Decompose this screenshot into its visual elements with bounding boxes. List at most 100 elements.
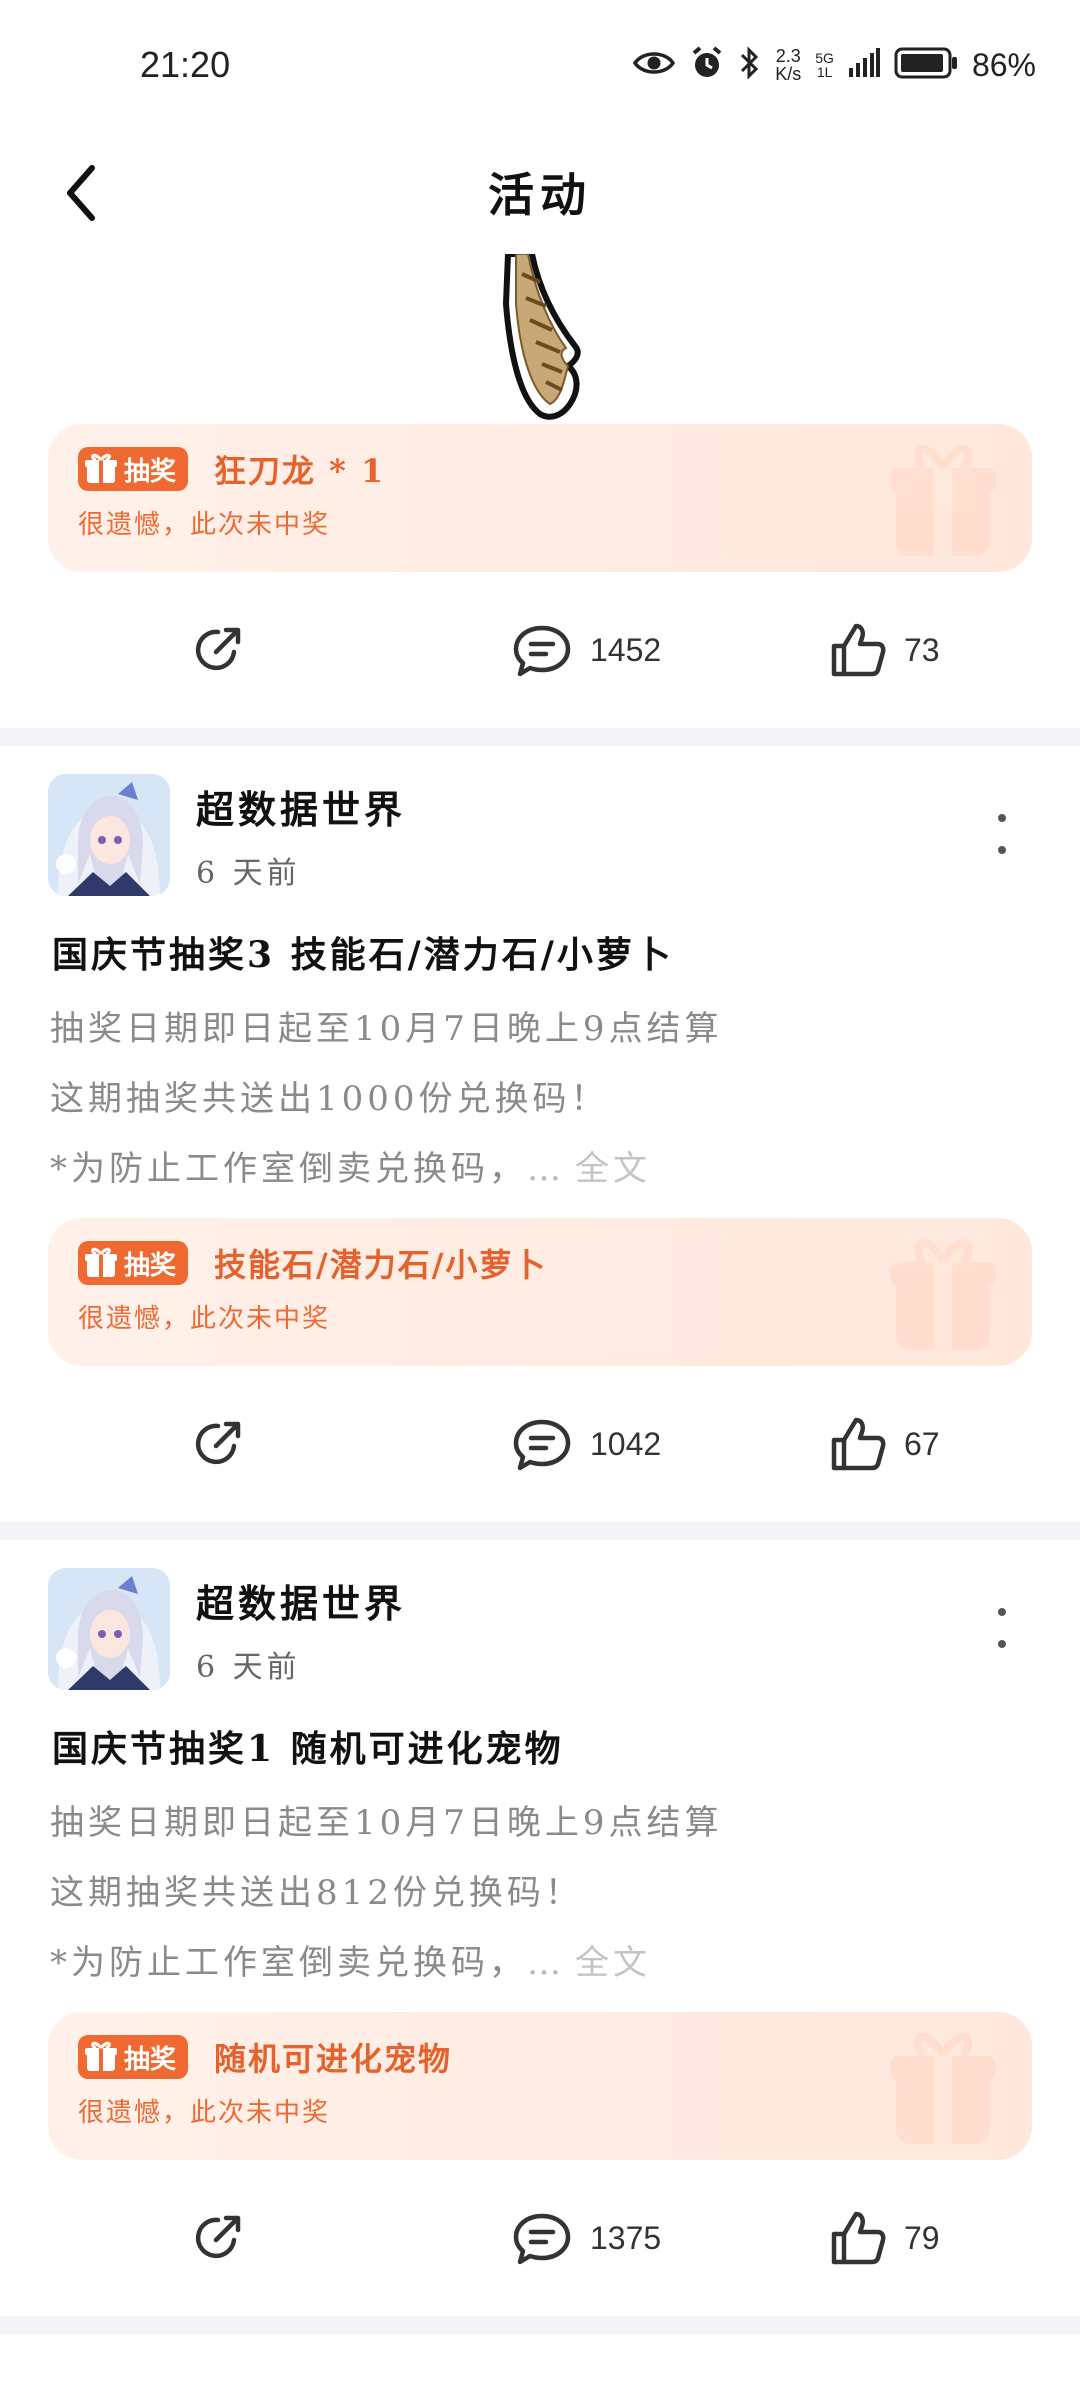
back-button[interactable] (50, 158, 110, 228)
lottery-badge-label: 抽奖 (124, 2044, 177, 2075)
lottery-badge-label: 抽奖 (124, 1250, 177, 1281)
battery-percent: 86% (971, 46, 1036, 83)
comment-button[interactable]: 1042 (512, 1416, 661, 1472)
lottery-result-text: 很遗憾，此次未中奖 (78, 510, 331, 540)
status-bar: 21:20 2.3 K/s 5G 1L 86% (0, 0, 1080, 130)
divider (0, 2316, 1080, 2334)
share-button[interactable] (190, 622, 246, 678)
lottery-result-card[interactable]: 抽奖 狂刀龙 * 1 很遗憾，此次未中奖 (48, 424, 1032, 572)
prize-name: 技能石/潜力石/小萝卜 (214, 1246, 548, 1284)
signal-label: 5G 1L (815, 51, 834, 79)
share-icon (195, 1421, 241, 1465)
comment-button[interactable]: 1452 (512, 622, 661, 678)
gift-watermark-icon (890, 2033, 996, 2144)
dot-icon (998, 846, 1006, 854)
gift-watermark-icon (890, 1239, 996, 1350)
lottery-result-text: 很遗憾，此次未中奖 (78, 1304, 331, 1334)
author-name[interactable]: 超数据世界 (196, 1573, 406, 1628)
post-title[interactable]: 国庆节抽奖1 随机可进化宠物 (52, 1720, 1032, 1774)
like-count: 79 (904, 2219, 940, 2256)
post-header: 超数据世界 6 天前 (0, 774, 1080, 896)
status-icons: 2.3 K/s 5G 1L 86% (633, 45, 1036, 85)
alarm-icon (689, 45, 725, 85)
lottery-result-text: 很遗憾，此次未中奖 (78, 2098, 331, 2128)
comment-count: 1452 (590, 631, 662, 668)
thumbs-up-icon (831, 623, 886, 677)
like-button[interactable]: 73 (830, 622, 940, 678)
signal-icon (848, 48, 880, 82)
more-options-button[interactable] (990, 1608, 1014, 1648)
comment-icon (513, 1419, 571, 1471)
share-icon (195, 627, 241, 671)
comment-count: 1375 (590, 2219, 662, 2256)
post-time: 6 天前 (196, 1649, 301, 1685)
avatar[interactable] (48, 774, 170, 896)
post-body[interactable]: 抽奖日期即日起至10月7日晚上9点结算 这期抽奖共送出812份兑换码！ *为防止… (50, 1788, 1032, 1998)
post-body-line: *为防止工作室倒卖兑换码， (50, 1149, 527, 1189)
comment-icon (513, 2213, 571, 2265)
divider (0, 1522, 1080, 1540)
action-bar: 1375 79 (0, 2160, 1080, 2316)
post-card[interactable]: 超数据世界 6 天前 国庆节抽奖1 随机可进化宠物 抽奖日期即日起至10月7日晚… (0, 1540, 1080, 2316)
post-body[interactable]: 抽奖日期即日起至10月7日晚上9点结算 这期抽奖共送出1000份兑换码！ *为防… (50, 994, 1032, 1204)
activity-feed[interactable]: 抽奖 狂刀龙 * 1 很遗憾，此次未中奖 1452 73 超数据世界 6 天前 … (0, 254, 1080, 2334)
network-speed: 2.3 K/s (775, 47, 801, 83)
lottery-badge-label: 抽奖 (124, 456, 177, 487)
post-body-line-last: *为防止工作室倒卖兑换码，… 全文 (50, 1928, 1032, 1998)
author-name[interactable]: 超数据世界 (196, 779, 406, 834)
post-body-line: 抽奖日期即日起至10月7日晚上9点结算 (50, 1803, 723, 1843)
feed-item: 抽奖 狂刀龙 * 1 很遗憾，此次未中奖 1452 73 (0, 254, 1080, 728)
post-header: 超数据世界 6 天前 (0, 1568, 1080, 1690)
avatar-image (48, 774, 170, 896)
lottery-result-card[interactable]: 抽奖 随机可进化宠物 很遗憾，此次未中奖 (48, 2012, 1032, 2160)
lottery-badge: 抽奖 (78, 1241, 189, 1285)
signal-label-top: 5G (815, 50, 834, 66)
avatar-image (48, 1568, 170, 1690)
thumbs-up-icon (831, 2211, 886, 2265)
comment-count: 1042 (590, 1425, 662, 1462)
battery-icon (894, 47, 958, 83)
eye-icon (633, 48, 676, 82)
chevron-left-icon (67, 165, 95, 221)
post-time: 6 天前 (196, 855, 301, 891)
avatar[interactable] (48, 1568, 170, 1690)
like-button[interactable]: 67 (830, 1416, 940, 1472)
like-count: 67 (904, 1425, 940, 1462)
dot-icon (998, 814, 1006, 822)
net-speed-unit: K/s (775, 64, 802, 84)
dot-icon (998, 1640, 1006, 1648)
net-speed-value: 2.3 (775, 46, 801, 66)
share-button[interactable] (190, 2210, 246, 2266)
read-more-link[interactable]: 全文 (575, 1943, 651, 1983)
gift-icon (85, 453, 117, 483)
like-button[interactable]: 79 (830, 2210, 940, 2266)
share-icon (195, 2215, 241, 2259)
dot-icon (998, 1608, 1006, 1616)
post-title[interactable]: 国庆节抽奖3 技能石/潜力石/小萝卜 (52, 926, 1032, 980)
share-button[interactable] (190, 1416, 246, 1472)
header: 活动 (0, 130, 1080, 254)
blade-dragon-image (502, 254, 581, 420)
gift-icon (85, 1247, 117, 1277)
post-card[interactable]: 超数据世界 6 天前 国庆节抽奖3 技能石/潜力石/小萝卜 抽奖日期即日起至10… (0, 746, 1080, 1522)
lottery-result-card[interactable]: 抽奖 技能石/潜力石/小萝卜 很遗憾，此次未中奖 (48, 1218, 1032, 1366)
gift-icon (85, 2041, 117, 2071)
signal-label-bottom: 1L (816, 64, 833, 80)
gift-watermark-icon (890, 445, 996, 556)
read-more-link[interactable]: 全文 (575, 1149, 651, 1189)
post-body-line-last: *为防止工作室倒卖兑换码，… 全文 (50, 1134, 1032, 1204)
post-body-line: 这期抽奖共送出812份兑换码！ (50, 1873, 583, 1913)
comment-icon (513, 625, 571, 677)
prize-artwork (0, 254, 1080, 424)
divider (0, 728, 1080, 746)
post-body-line: *为防止工作室倒卖兑换码， (50, 1943, 527, 1983)
lottery-badge: 抽奖 (78, 2035, 189, 2079)
prize-name: 狂刀龙 * 1 (214, 452, 386, 490)
more-options-button[interactable] (990, 814, 1014, 854)
comment-button[interactable]: 1375 (512, 2210, 661, 2266)
bluetooth-icon (739, 45, 761, 85)
prize-name: 随机可进化宠物 (214, 2040, 453, 2078)
page-title: 活动 (488, 168, 592, 222)
status-time: 21:20 (140, 44, 231, 85)
action-bar: 1452 73 (0, 572, 1080, 728)
